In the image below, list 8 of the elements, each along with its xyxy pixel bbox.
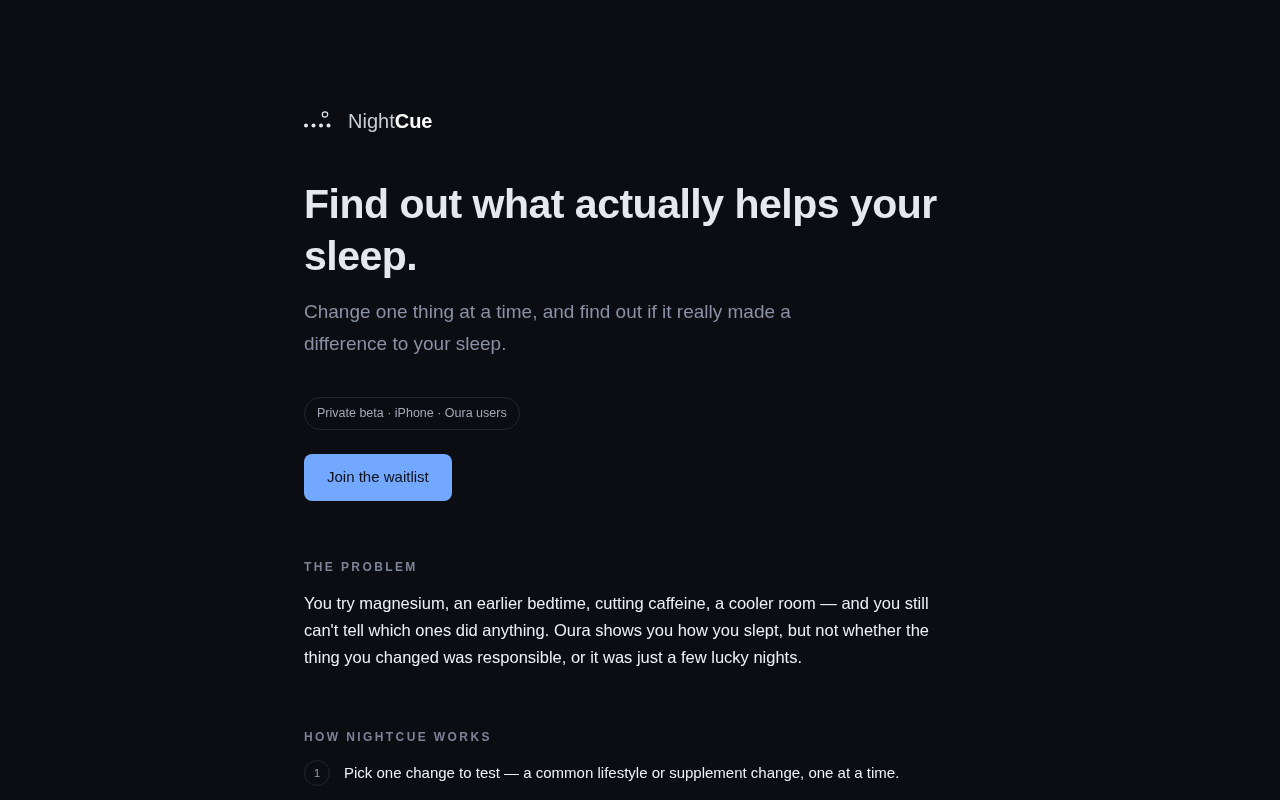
hero-title: Find out what actually helps your sleep. [304, 180, 938, 281]
section-heading: THE PROBLEM [304, 558, 418, 576]
hero-subtitle: Change one thing at a time, and find out if it really made a difference to your sleep. [304, 300, 792, 356]
step-text: Pick one change to test — a common lifestyle or supplement change, one at a time. [344, 762, 900, 783]
problem-paragraph: You try magnesium, an earlier bedtime, cutting caffeine, a cooler room — and you still can't tell which ones did anything. Oura shows you how you slept, but not whether the thing you changed was responsible, or it was just a few lucky nights. [304, 592, 931, 668]
waitlist-button[interactable]: Join the waitlist [304, 453, 452, 501]
section-heading: HOW NIGHTCUE WORKS [304, 728, 492, 746]
brand-name: NightCue [348, 109, 433, 134]
